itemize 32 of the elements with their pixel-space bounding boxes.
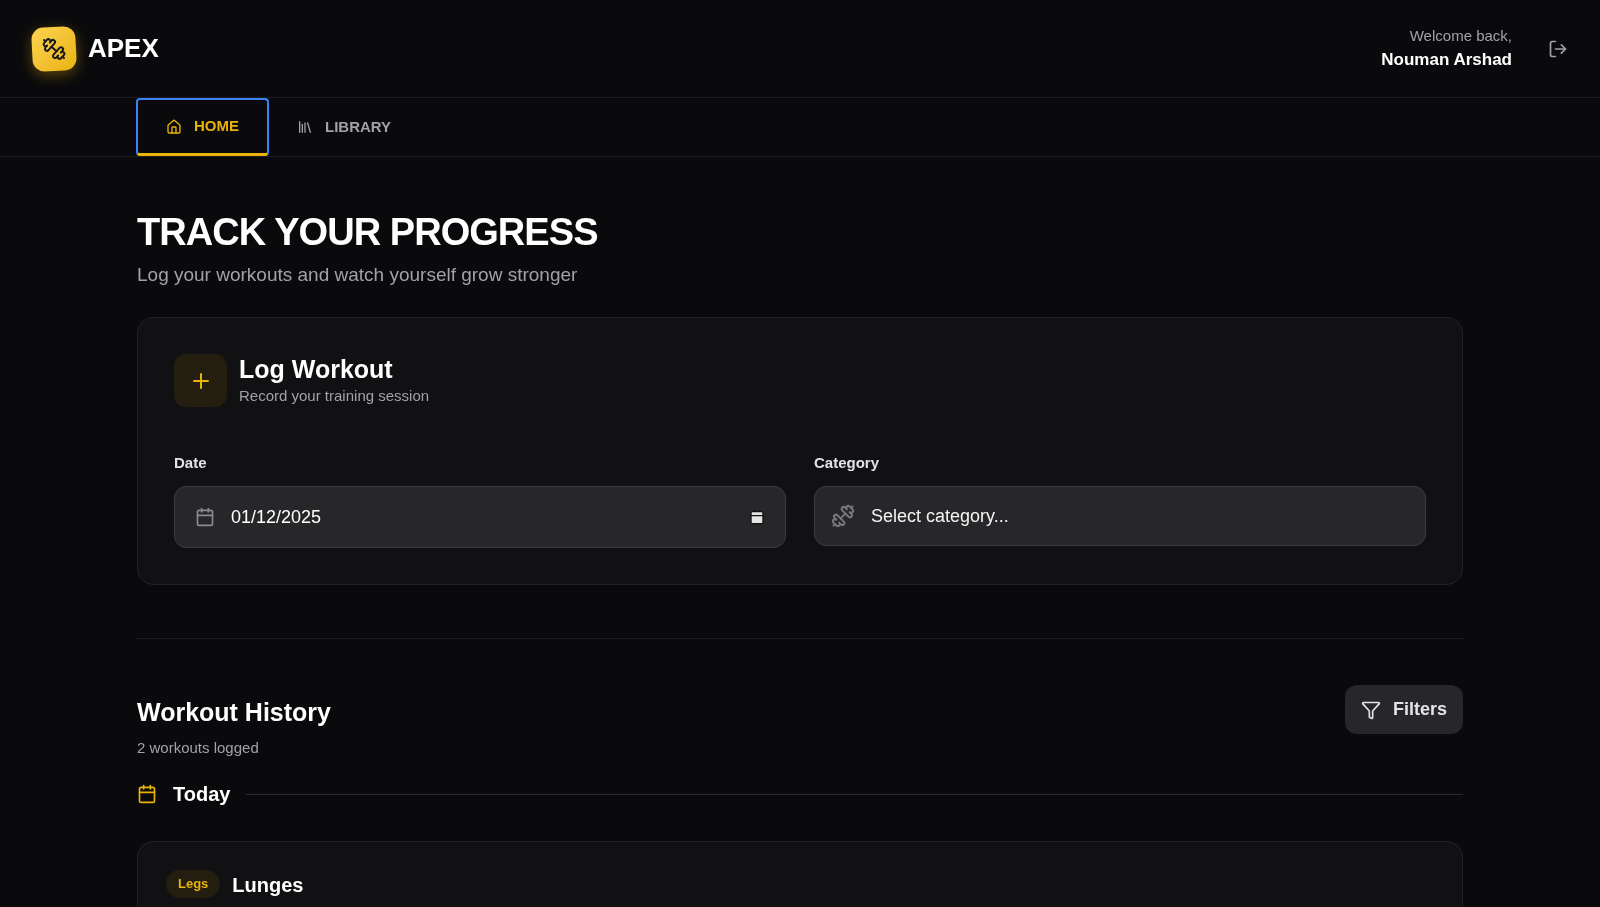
user-name: Nouman Arshad [1381, 49, 1512, 71]
nav-tab[interactable]: LIBRARY [269, 98, 420, 156]
category-tag: Legs [166, 870, 221, 898]
nav-tab[interactable]: HOME [136, 98, 269, 156]
filter-icon [1360, 699, 1381, 720]
dumbbell-icon [831, 504, 855, 529]
group-label: Today [173, 782, 231, 807]
page-title: TRACK YOUR PROGRESS [137, 210, 599, 255]
field-label: Category [814, 452, 881, 473]
section-title: Workout History [137, 697, 331, 729]
field-label: Date [174, 452, 208, 473]
workout-card[interactable]: Legs Lunges [137, 841, 1463, 907]
category-placeholder: Select category... [871, 504, 1009, 528]
greeting-text: Welcome back, [1409, 25, 1512, 46]
logout-button[interactable] [1548, 38, 1568, 59]
date-value: 01/12/2025 [231, 505, 323, 529]
calendar-icon [195, 507, 215, 528]
logo-icon [30, 25, 78, 72]
home-icon [166, 118, 182, 135]
workout-name: Lunges [232, 873, 304, 898]
date-picker-icon[interactable] [749, 509, 765, 526]
date-field[interactable]: 01/12/2025 [174, 486, 786, 549]
workout-count: 2 workouts logged [137, 737, 260, 758]
calendar-icon [137, 784, 157, 804]
category-select[interactable]: Select category... [814, 486, 1426, 547]
plus-icon [174, 354, 227, 408]
filters-button[interactable]: Filters [1344, 685, 1463, 735]
card-subtitle: Record your training session [239, 386, 430, 407]
library-icon [297, 119, 313, 135]
brand-name: APEX [88, 32, 159, 65]
card-title: Log Workout [239, 354, 394, 385]
page-subtitle: Log your workouts and watch yourself grow stronger [137, 262, 579, 287]
